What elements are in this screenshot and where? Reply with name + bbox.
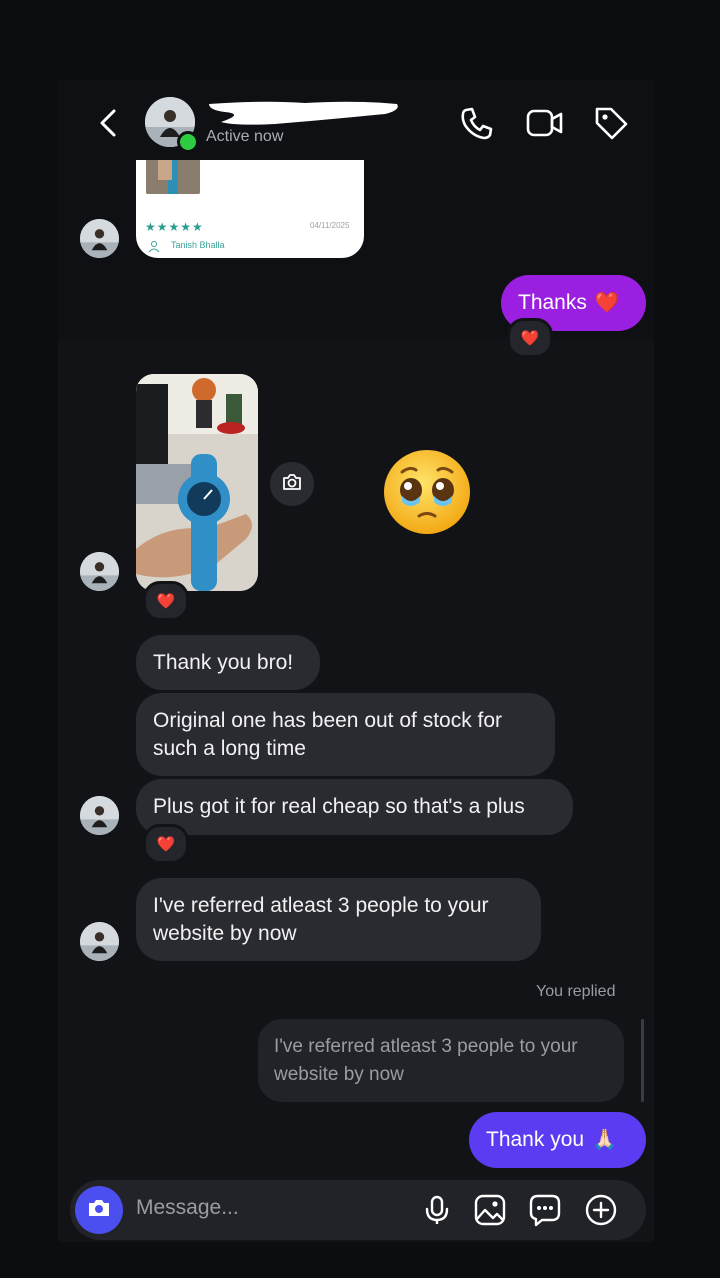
incoming-message[interactable]: Thank you bro! xyxy=(136,635,320,690)
pray-emoji: 🙏🏻 xyxy=(592,1129,617,1151)
tag-icon[interactable] xyxy=(591,103,631,143)
sender-avatar[interactable] xyxy=(80,552,119,591)
user-icon xyxy=(147,239,161,253)
heart-emoji: ❤️ xyxy=(594,292,620,314)
message-text: Thank you xyxy=(486,1128,585,1151)
review-thumbnail xyxy=(146,160,200,194)
reviewer-name: Tanish Bhalla xyxy=(171,240,225,250)
message-text: Plus got it for real cheap so that's a p… xyxy=(153,795,525,818)
camera-icon xyxy=(86,1195,112,1226)
redacted-name xyxy=(205,98,401,128)
message-text: Thank you bro! xyxy=(153,650,294,674)
sender-avatar[interactable] xyxy=(80,796,119,835)
quoted-message[interactable]: I've referred atleast 3 people to your w… xyxy=(258,1019,624,1102)
quote-bar xyxy=(641,1019,644,1102)
sender-avatar[interactable] xyxy=(80,219,119,258)
you-replied-label: You replied xyxy=(536,983,616,1000)
message-text: Thanks xyxy=(518,291,587,314)
heart-icon: ❤️ xyxy=(156,593,176,610)
message-text: I've referred atleast 3 people to your w… xyxy=(153,893,489,945)
camera-button[interactable] xyxy=(75,1186,123,1234)
photo-message[interactable] xyxy=(136,374,258,591)
review-date: 04/11/2025 xyxy=(310,221,350,230)
message-input[interactable] xyxy=(136,1196,396,1220)
camera-icon xyxy=(281,471,303,498)
heart-reaction[interactable]: ❤️ xyxy=(143,581,189,621)
heart-reaction[interactable]: ❤️ xyxy=(143,824,189,864)
incoming-message[interactable]: I've referred atleast 3 people to your w… xyxy=(136,878,541,961)
active-status: Active now xyxy=(206,128,284,145)
phone-icon[interactable] xyxy=(457,103,497,143)
gallery-icon[interactable] xyxy=(473,1193,507,1227)
online-indicator xyxy=(177,131,199,153)
video-icon[interactable] xyxy=(524,103,564,143)
review-stars: ★★★★★ xyxy=(145,220,204,234)
heart-icon: ❤️ xyxy=(520,330,540,347)
sender-avatar[interactable] xyxy=(80,922,119,961)
heart-reaction[interactable]: ❤️ xyxy=(507,318,553,358)
sticker-icon[interactable] xyxy=(528,1193,562,1227)
heart-icon: ❤️ xyxy=(156,836,176,853)
incoming-message[interactable]: Original one has been out of stock for s… xyxy=(136,693,555,776)
plus-icon[interactable] xyxy=(584,1193,618,1227)
back-icon[interactable] xyxy=(96,108,122,138)
microphone-icon[interactable] xyxy=(420,1193,454,1227)
outgoing-message[interactable]: Thank you 🙏🏻 xyxy=(469,1112,646,1168)
incoming-message[interactable]: Plus got it for real cheap so that's a p… xyxy=(136,779,573,835)
message-text: Original one has been out of stock for s… xyxy=(153,708,503,760)
save-photo-button[interactable] xyxy=(270,462,314,506)
pleading-face-emoji[interactable] xyxy=(382,448,472,536)
